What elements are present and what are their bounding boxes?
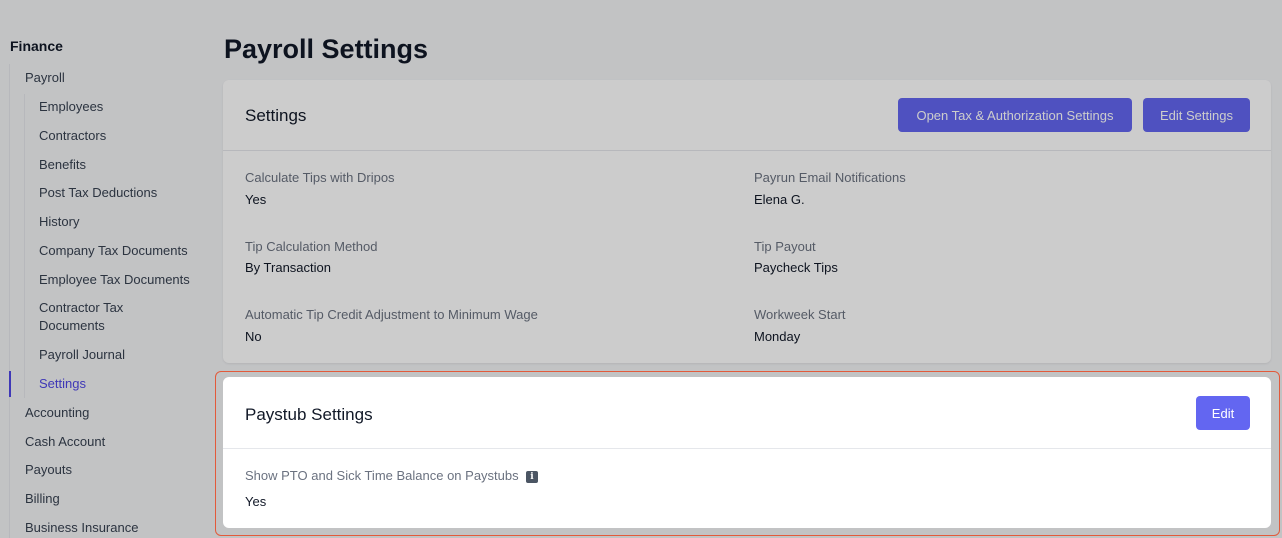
sidebar-item-payroll[interactable]: Payroll: [25, 69, 65, 87]
sidebar-item-payouts[interactable]: Payouts: [25, 461, 72, 479]
open-tax-settings-button[interactable]: Open Tax & Authorization Settings: [898, 98, 1132, 132]
sidebar-item-employee-tax-documents[interactable]: Employee Tax Documents: [39, 271, 199, 289]
pto-balance-label: Show PTO and Sick Time Balance on Paystu…: [245, 468, 519, 483]
tip-payout-value: Paycheck Tips: [754, 260, 838, 275]
sidebar-item-employees[interactable]: Employees: [39, 98, 199, 116]
edit-paystub-button[interactable]: Edit: [1196, 396, 1250, 430]
calc-tips-value: Yes: [245, 192, 267, 207]
pto-balance-value: Yes: [245, 494, 267, 509]
sidebar: Finance Payroll Employees Contractors Be…: [0, 0, 210, 538]
tip-payout-label: Tip Payout: [754, 239, 816, 254]
sidebar-item-history[interactable]: History: [39, 213, 199, 231]
sidebar-item-payroll-journal[interactable]: Payroll Journal: [39, 346, 199, 364]
tip-credit-label: Automatic Tip Credit Adjustment to Minim…: [245, 307, 538, 322]
paystub-settings-card: Paystub Settings Edit Show PTO and Sick …: [223, 377, 1271, 528]
sidebar-item-contractor-tax-documents[interactable]: Contractor Tax Documents: [39, 299, 159, 335]
workweek-start-label: Workweek Start: [754, 307, 846, 322]
settings-card: Settings Open Tax & Authorization Settin…: [223, 80, 1271, 363]
sidebar-section-finance: Finance: [10, 38, 63, 54]
paystub-card-header: Paystub Settings Edit: [223, 377, 1271, 449]
settings-card-header: Settings Open Tax & Authorization Settin…: [223, 80, 1271, 151]
sidebar-item-company-tax-documents[interactable]: Company Tax Documents: [39, 242, 199, 260]
tip-method-value: By Transaction: [245, 260, 331, 275]
app-root: Finance Payroll Employees Contractors Be…: [0, 0, 1282, 538]
active-indicator: [9, 371, 11, 397]
settings-card-title: Settings: [245, 106, 307, 125]
edit-settings-button[interactable]: Edit Settings: [1143, 98, 1250, 132]
email-notifications-label: Payrun Email Notifications: [754, 170, 906, 185]
sidebar-item-contractors[interactable]: Contractors: [39, 127, 199, 145]
info-icon[interactable]: i: [526, 471, 538, 483]
sidebar-item-billing[interactable]: Billing: [25, 490, 60, 508]
sidebar-item-settings[interactable]: Settings: [39, 375, 199, 393]
tip-method-label: Tip Calculation Method: [245, 239, 378, 254]
paystub-card-title: Paystub Settings: [245, 405, 373, 424]
tree-line: [9, 64, 10, 538]
calc-tips-label: Calculate Tips with Dripos: [245, 170, 395, 185]
tree-line-payroll: [24, 94, 25, 398]
sidebar-item-business-insurance[interactable]: Business Insurance: [25, 519, 138, 537]
sidebar-item-cash-account[interactable]: Cash Account: [25, 433, 105, 451]
email-notifications-value: Elena G.: [754, 192, 805, 207]
tip-credit-value: No: [245, 329, 262, 344]
page-title: Payroll Settings: [224, 34, 429, 64]
sidebar-item-post-tax-deductions[interactable]: Post Tax Deductions: [39, 184, 199, 202]
sidebar-item-benefits[interactable]: Benefits: [39, 156, 199, 174]
sidebar-item-accounting[interactable]: Accounting: [25, 404, 89, 422]
workweek-start-value: Monday: [754, 329, 801, 344]
